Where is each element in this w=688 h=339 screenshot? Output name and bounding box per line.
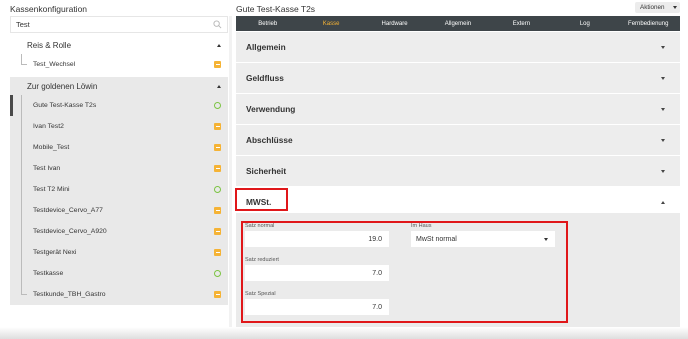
page-title: Gute Test-Kasse T2s bbox=[236, 4, 316, 14]
warning-icon bbox=[214, 165, 221, 172]
left-scrollbar[interactable] bbox=[229, 16, 232, 331]
chevron-down-icon bbox=[661, 76, 665, 80]
tree-branch-line bbox=[21, 179, 22, 200]
section-title: Sicherheit bbox=[246, 166, 287, 176]
tree-item[interactable]: Testdevice_Cervo_A920 bbox=[10, 221, 228, 242]
tree-item[interactable]: Mobile_Test bbox=[10, 137, 228, 158]
tree-branch-line bbox=[21, 221, 22, 242]
ok-icon bbox=[214, 270, 221, 277]
highlight-box-mwst-header bbox=[235, 188, 288, 211]
window-bottom-edge bbox=[0, 327, 688, 339]
tree-item-label: Testdevice_Cervo_A920 bbox=[33, 228, 107, 235]
chevron-down-icon bbox=[661, 45, 665, 49]
tab-bar: Betrieb Kasse Hardware Allgemein Extern … bbox=[236, 16, 680, 31]
tree-item[interactable]: Testgerät Nexi bbox=[10, 242, 228, 263]
highlight-box-mwst-fields bbox=[241, 221, 568, 323]
device-tree: Reis & Rolle Test_Wechsel Zur goldenen L… bbox=[10, 36, 228, 305]
tree-item[interactable]: Testkasse bbox=[10, 263, 228, 284]
tab-log[interactable]: Log bbox=[553, 16, 616, 31]
section-verwendung[interactable]: Verwendung bbox=[236, 94, 680, 125]
tree-group-label: Reis & Rolle bbox=[27, 40, 72, 50]
tree-branch-line bbox=[21, 116, 22, 137]
tree-branch-line bbox=[21, 137, 22, 158]
tree-branch-line bbox=[21, 263, 22, 284]
tree-item[interactable]: Test_Wechsel bbox=[10, 54, 228, 75]
collapse-icon[interactable] bbox=[217, 43, 221, 47]
tree-item-label: Testkunde_TBH_Gastro bbox=[33, 291, 106, 298]
accordion: Allgemein Geldfluss Verwendung Abschlüss… bbox=[236, 32, 680, 216]
warning-icon bbox=[214, 207, 221, 214]
chevron-down-icon bbox=[673, 6, 677, 9]
warning-icon bbox=[214, 249, 221, 256]
actions-label: Aktionen bbox=[640, 4, 665, 11]
section-title: Geldfluss bbox=[246, 73, 284, 83]
warning-icon bbox=[214, 228, 221, 235]
left-panel-title: Kassenkonfiguration bbox=[10, 4, 88, 14]
chevron-down-icon bbox=[661, 107, 665, 111]
actions-dropdown[interactable]: Aktionen bbox=[635, 2, 680, 13]
tree-group-reis-rolle[interactable]: Reis & Rolle bbox=[10, 36, 228, 54]
tree-item[interactable]: Ivan Test2 bbox=[10, 116, 228, 137]
tree-item-label: Mobile_Test bbox=[33, 144, 70, 151]
tab-extern[interactable]: Extern bbox=[490, 16, 553, 31]
tree-group-label: Zur goldenen Löwin bbox=[27, 81, 98, 91]
warning-icon bbox=[214, 61, 221, 68]
tree-item[interactable]: Test Ivan bbox=[10, 158, 228, 179]
tree-item-label: Testkasse bbox=[33, 270, 64, 277]
search-input[interactable] bbox=[11, 17, 201, 32]
chevron-up-icon bbox=[661, 200, 665, 204]
tree-branch-line bbox=[21, 158, 22, 179]
tab-hardware[interactable]: Hardware bbox=[363, 16, 426, 31]
ok-icon bbox=[214, 186, 221, 193]
tree-branch-line bbox=[21, 54, 27, 65]
section-abschluesse[interactable]: Abschlüsse bbox=[236, 125, 680, 156]
tree-branch-line bbox=[21, 95, 22, 116]
tree-group-zur-goldenen-loewin[interactable]: Zur goldenen Löwin bbox=[10, 77, 228, 95]
tab-kasse[interactable]: Kasse bbox=[299, 16, 362, 31]
section-title: Verwendung bbox=[246, 104, 296, 114]
tab-fernbedienung[interactable]: Fernbedienung bbox=[617, 16, 680, 31]
section-title: Abschlüsse bbox=[246, 135, 293, 145]
tree-item[interactable]: Testkunde_TBH_Gastro bbox=[10, 284, 228, 305]
search-icon[interactable] bbox=[213, 20, 222, 29]
tree-item-label: Gute Test-Kasse T2s bbox=[33, 102, 97, 109]
tree-branch-line bbox=[21, 242, 22, 263]
tab-allgemein[interactable]: Allgemein bbox=[426, 16, 489, 31]
section-allgemein[interactable]: Allgemein bbox=[236, 32, 680, 63]
tree-item-label: Test Ivan bbox=[33, 165, 61, 172]
section-geldfluss[interactable]: Geldfluss bbox=[236, 63, 680, 94]
tab-betrieb[interactable]: Betrieb bbox=[236, 16, 299, 31]
search-box bbox=[10, 16, 228, 33]
ok-icon bbox=[214, 102, 221, 109]
tree-branch-line bbox=[21, 200, 22, 221]
tree-item-label: Test T2 Mini bbox=[33, 186, 70, 193]
tree-item-label: Test_Wechsel bbox=[33, 61, 76, 68]
section-title: Allgemein bbox=[246, 42, 286, 52]
tree-item-label: Testdevice_Cervo_A77 bbox=[33, 207, 103, 214]
section-sicherheit[interactable]: Sicherheit bbox=[236, 156, 680, 187]
chevron-down-icon bbox=[661, 138, 665, 142]
tree-item-label: Ivan Test2 bbox=[33, 123, 64, 130]
tree-item[interactable]: Testdevice_Cervo_A77 bbox=[10, 200, 228, 221]
warning-icon bbox=[214, 123, 221, 130]
warning-icon bbox=[214, 291, 221, 298]
section-mwst[interactable]: MWSt. bbox=[236, 188, 680, 216]
chevron-down-icon bbox=[661, 169, 665, 173]
tree-item-selected[interactable]: Gute Test-Kasse T2s bbox=[10, 95, 228, 116]
tree-item[interactable]: Test T2 Mini bbox=[10, 179, 228, 200]
warning-icon bbox=[214, 144, 221, 151]
collapse-icon[interactable] bbox=[217, 84, 221, 88]
left-panel: Kassenkonfiguration Reis & Rolle Test_We… bbox=[0, 0, 229, 339]
tree-item-label: Testgerät Nexi bbox=[33, 249, 77, 256]
tree-branch-line bbox=[21, 284, 27, 295]
